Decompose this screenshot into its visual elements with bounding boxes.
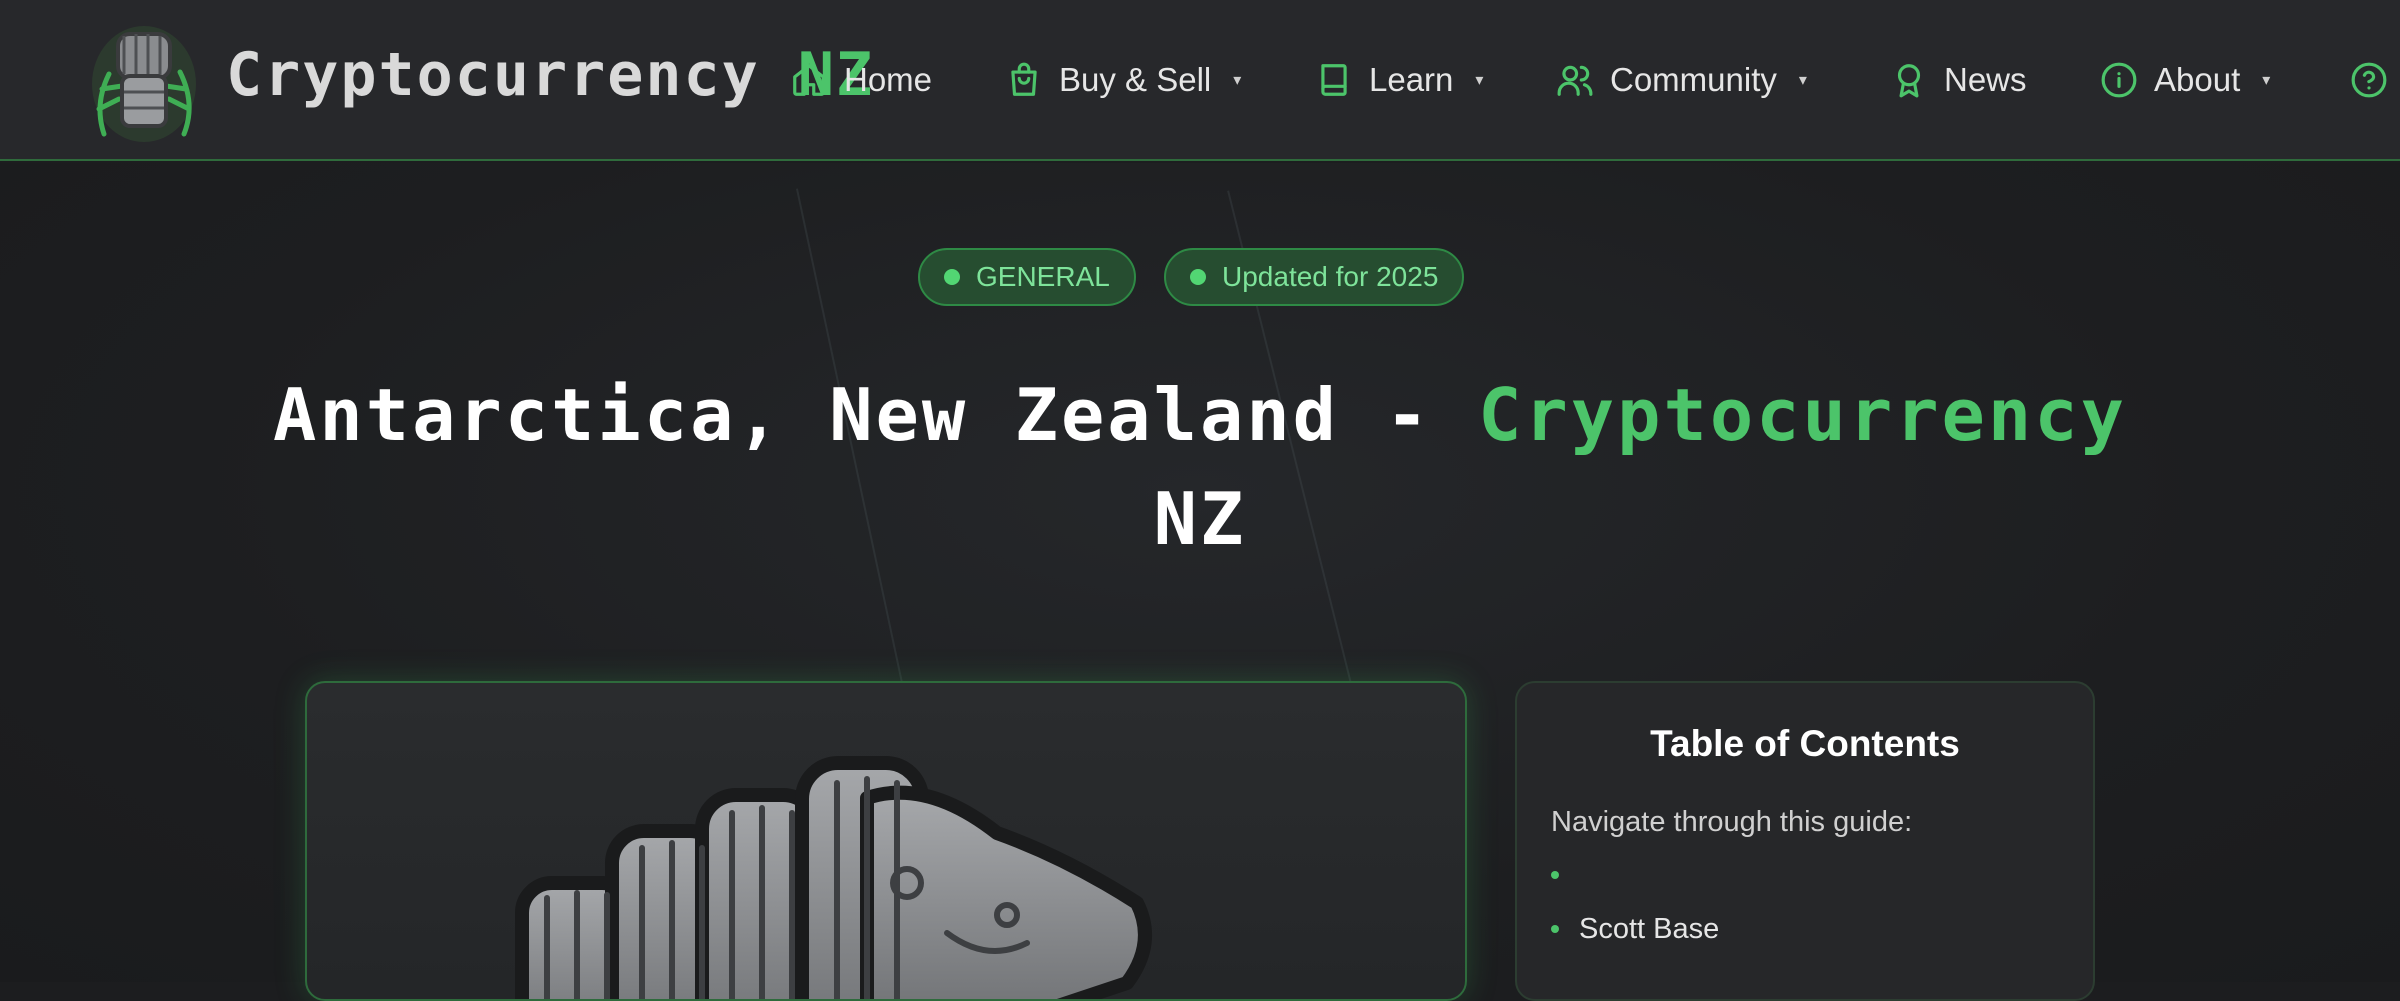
nav-learn[interactable]: Learn ▾ xyxy=(1315,52,1483,108)
chevron-down-icon: ▾ xyxy=(1233,72,1242,89)
badge-dot-icon xyxy=(1190,269,1206,285)
nav-community-label: Community xyxy=(1610,61,1777,98)
armored-fist-logo-icon xyxy=(92,26,196,142)
nav-home-label: Home xyxy=(844,61,933,98)
toc-heading: Table of Contents xyxy=(1650,723,1960,764)
book-icon xyxy=(1321,64,1347,96)
brand-name[interactable]: Cryptocurrency NZ xyxy=(226,40,874,110)
award-icon xyxy=(1897,64,1921,98)
nav-news[interactable]: News xyxy=(1890,52,2027,108)
chevron-down-icon: ▾ xyxy=(1798,72,1807,89)
category-badge[interactable]: GENERAL xyxy=(918,248,1136,306)
help-circle-icon xyxy=(2351,62,2387,98)
nav-community[interactable]: Community ▾ xyxy=(1556,52,1807,108)
chevron-down-icon: ▾ xyxy=(2262,72,2271,89)
bullet-icon xyxy=(1551,871,1559,879)
page-title: Antarctica, New Zealand - Cryptocurrency… xyxy=(200,363,2200,571)
nav-about-label: About xyxy=(2154,61,2241,98)
category-badge-label: GENERAL xyxy=(976,261,1110,292)
brand-text: Cryptocurrency xyxy=(226,40,760,110)
nav-about[interactable]: About ▾ xyxy=(2100,52,2270,108)
nav-news-label: News xyxy=(1944,61,2027,98)
nav-buy-sell[interactable]: Buy & Sell ▾ xyxy=(1005,52,1241,108)
nav-home[interactable]: Home xyxy=(790,52,932,108)
toc-lead: Navigate through this guide: xyxy=(1551,806,1913,838)
title-main: Antarctica, New Zealand - xyxy=(273,373,1479,457)
updated-badge-label: Updated for 2025 xyxy=(1222,261,1439,292)
badge-dot-icon xyxy=(944,269,960,285)
toc-list: Scott Base xyxy=(1551,848,1719,956)
top-navbar: Cryptocurrency NZ Home Buy & Sell ▾ Lear… xyxy=(0,0,2400,161)
site-logo[interactable] xyxy=(84,14,204,146)
armored-fist-illustration-icon xyxy=(515,756,1152,999)
toc-item[interactable]: Scott Base xyxy=(1551,902,1719,956)
title-accent: Cryptocurrency xyxy=(1478,373,2127,457)
bullet-icon xyxy=(1551,925,1559,933)
nav-help[interactable] xyxy=(2350,52,2388,108)
nav-learn-label: Learn xyxy=(1369,61,1454,98)
chevron-down-icon: ▾ xyxy=(1475,72,1484,89)
table-of-contents: Table of Contents Navigate through this … xyxy=(1515,681,2095,1001)
nav-buy-sell-label: Buy & Sell xyxy=(1059,61,1212,98)
toc-item-label: Scott Base xyxy=(1579,912,1720,945)
shopping-bag-icon xyxy=(1011,62,1037,96)
updated-badge: Updated for 2025 xyxy=(1164,248,1465,306)
title-tail: NZ xyxy=(1153,477,1247,561)
toc-item[interactable] xyxy=(1551,848,1719,902)
users-icon xyxy=(1557,65,1593,96)
home-icon xyxy=(793,64,825,96)
info-icon xyxy=(2101,62,2137,98)
feature-image-card xyxy=(305,681,1467,1001)
